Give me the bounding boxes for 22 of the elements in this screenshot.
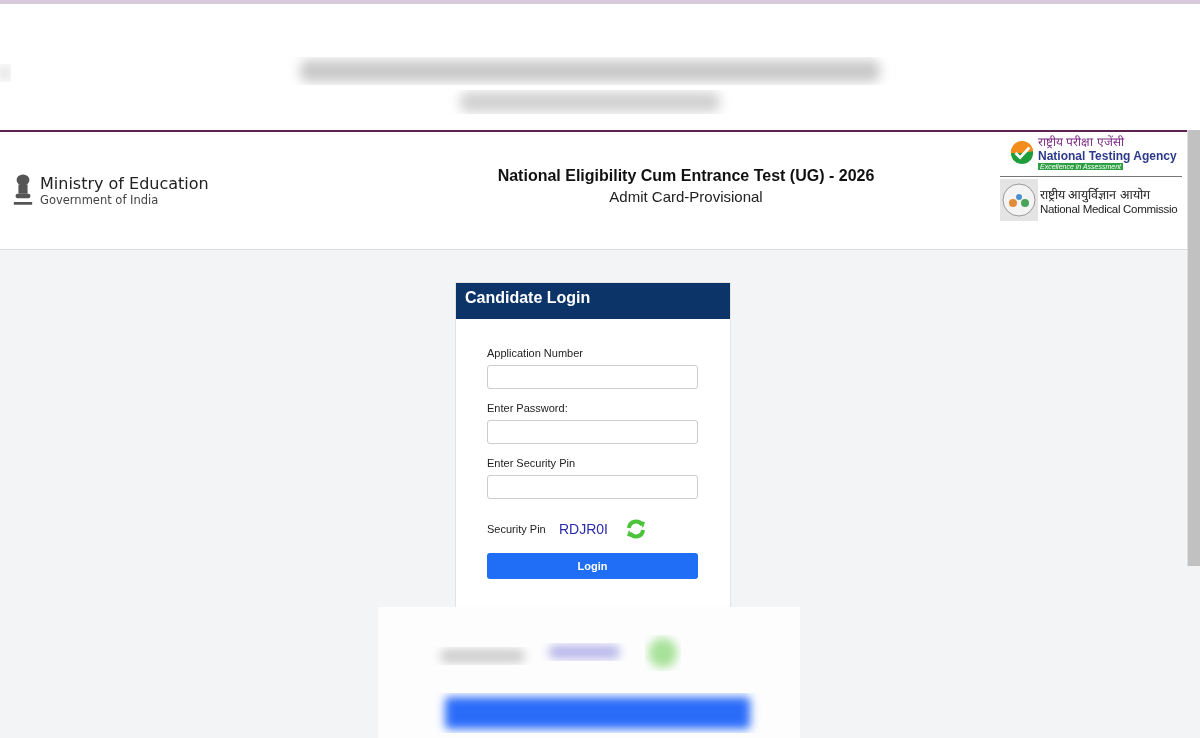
- agency-name: National Testing Agency: [1038, 149, 1177, 164]
- security-pin-label: Security Pin: [487, 523, 547, 535]
- field-label: Enter Security Pin: [487, 457, 577, 469]
- captcha-text: RDJR0I: [559, 521, 609, 537]
- government-name: Government of India: [40, 193, 160, 207]
- scrollbar[interactable]: [1187, 130, 1200, 566]
- field-label: Enter Password:: [487, 402, 569, 414]
- commission-hindi-name: राष्ट्रीय आयुर्विज्ञान आयोग: [1040, 186, 1152, 203]
- refresh-icon[interactable]: [625, 518, 647, 540]
- input-field[interactable]: [487, 420, 698, 444]
- exam-subtitle: Admit Card-Provisional: [609, 187, 763, 205]
- agency-hindi-name: राष्ट्रीय परीक्षा एजेंसी: [1038, 136, 1125, 150]
- input-field[interactable]: [487, 475, 698, 499]
- card-header: Candidate Login: [456, 283, 730, 319]
- input-field[interactable]: [487, 365, 698, 389]
- check-circle-icon: [1010, 141, 1034, 166]
- seal-icon: [1000, 179, 1038, 222]
- login-button[interactable]: Login: [487, 553, 698, 579]
- exam-title: National Eligibility Cum Entrance Test (UG) - 2026: [497, 166, 875, 185]
- ministry-name: Ministry of Education: [40, 174, 209, 193]
- commission-name: National Medical Commissio: [1040, 202, 1178, 215]
- field-label: Application Number: [487, 347, 584, 359]
